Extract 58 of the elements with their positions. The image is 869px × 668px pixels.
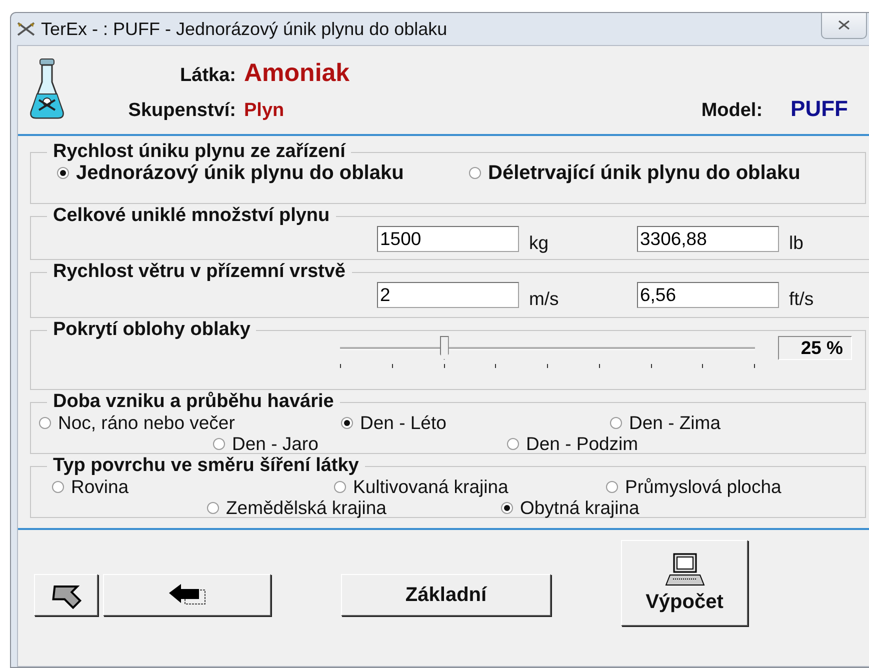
radio-option[interactable]: Zemědělská krajina [207, 498, 501, 518]
slider-thumb[interactable] [440, 336, 449, 360]
radio-option[interactable]: Den - Zima [610, 412, 865, 432]
unit-label: kg [528, 232, 550, 254]
group-title: Rychlost větru v přízemní vrstvě [52, 262, 346, 282]
unit-label: ft/s [788, 288, 815, 310]
radio-option[interactable]: Déletrvající únik plynu do oblaku [469, 162, 865, 182]
number-field[interactable]: 2 [377, 282, 519, 308]
radio-option[interactable]: Den - Léto [341, 412, 610, 432]
radio-button[interactable] [213, 438, 225, 450]
number-field[interactable]: 6,56 [637, 282, 779, 308]
close-button[interactable] [821, 13, 867, 39]
back-button[interactable] [103, 574, 271, 616]
radio-option[interactable]: Noc, ráno nebo večer [39, 412, 341, 432]
field-label: Skupenství: [127, 100, 236, 122]
group-title: Rychlost úniku plynu ze zařízení [52, 142, 347, 162]
arrow-button[interactable] [34, 574, 98, 616]
radio-option[interactable]: Jednorázový únik plynu do oblaku [57, 162, 469, 182]
radio-button[interactable] [57, 166, 69, 178]
slider-track[interactable] [340, 336, 755, 360]
radio-button[interactable] [501, 502, 513, 514]
radio-button[interactable] [507, 438, 519, 450]
field-label: Látka: [179, 64, 236, 86]
group-title: Celkové uniklé množství plynu [52, 206, 331, 226]
radio-button[interactable] [207, 502, 219, 514]
group-title: Pokrytí oblohy oblaky [52, 320, 252, 340]
number-field[interactable]: 3306,88 [637, 226, 779, 252]
radio-button[interactable] [52, 480, 64, 492]
field-label: Model: [701, 100, 763, 122]
basic-button[interactable]: Základní [341, 574, 551, 616]
percent-readout: 25 % [778, 336, 852, 360]
radio-button[interactable] [469, 166, 481, 178]
number-field[interactable]: 1500 [377, 226, 519, 252]
radio-option[interactable]: Obytná krajina [501, 498, 865, 518]
radio-button[interactable] [606, 480, 618, 492]
flask-icon [29, 58, 65, 120]
radio-option[interactable]: Průmyslová plocha [606, 476, 865, 496]
radio-option[interactable]: Den - Podzim [507, 434, 865, 454]
state-value: Plyn [244, 100, 284, 122]
back-arrow-icon [167, 583, 207, 607]
radio-button[interactable] [341, 416, 353, 428]
compute-button[interactable]: Výpočet [621, 540, 748, 626]
unit-label: lb [788, 232, 804, 254]
radio-button[interactable] [334, 480, 346, 492]
radio-option[interactable]: Kultivovaná krajina [334, 476, 606, 496]
radio-button[interactable] [39, 416, 51, 428]
group-title: Doba vzniku a průběhu havárie [52, 392, 335, 412]
radio-option[interactable]: Rovina [52, 476, 334, 496]
group-title: Typ povrchu ve směru šíření látky [52, 456, 360, 476]
window-title: TerEx - : PUFF - Jednorázový únik plynu do oblaku [41, 18, 448, 40]
radio-button[interactable] [610, 416, 622, 428]
crossed-swords-icon [17, 22, 35, 36]
radio-option[interactable]: Den - Jaro [213, 434, 507, 454]
substance-value: Amoniak [244, 58, 350, 88]
model-value: PUFF [790, 96, 848, 122]
close-icon [838, 20, 850, 30]
computer-icon [664, 552, 706, 586]
unit-label: m/s [528, 288, 560, 310]
